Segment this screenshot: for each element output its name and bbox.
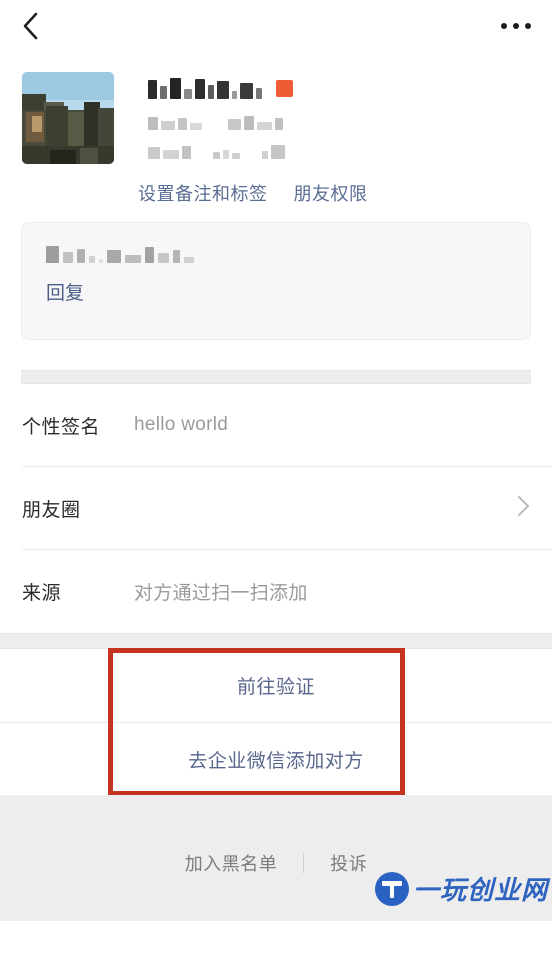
contact-name-redacted xyxy=(148,77,262,99)
section-divider-1 xyxy=(21,370,531,384)
avatar[interactable] xyxy=(22,72,114,164)
info-label-signature: 个性签名 xyxy=(22,416,101,438)
contact-name-row xyxy=(148,76,530,100)
chevron-left-icon xyxy=(21,11,39,41)
meta-redacted-3 xyxy=(148,143,191,159)
contact-meta-row-2 xyxy=(148,141,530,159)
meta-redacted-1 xyxy=(148,114,202,130)
go-verify-button[interactable]: 前往验证 xyxy=(0,649,552,722)
section-divider-2 xyxy=(0,633,552,649)
info-row-source[interactable]: 来源 对方通过扫一扫添加 xyxy=(22,550,552,633)
chevron-right-icon xyxy=(517,495,530,522)
navbar xyxy=(0,0,552,52)
info-list: 个性签名 hello world 朋友圈 来源 对方通过扫一扫添加 xyxy=(0,384,552,633)
meta-redacted-2 xyxy=(228,114,283,130)
info-label-moments: 朋友圈 xyxy=(22,499,81,521)
meta-redacted-4 xyxy=(213,143,240,159)
contact-badge xyxy=(276,79,293,97)
info-value-source: 对方通过扫一扫添加 xyxy=(134,583,308,604)
info-value-signature: hello world xyxy=(134,414,229,435)
reply-card: 回复 xyxy=(21,222,531,340)
circle-logo-icon xyxy=(374,871,409,906)
profile-action-links: 设置备注和标签 朋友权限 xyxy=(22,182,530,206)
contact-meta-row-1 xyxy=(148,112,530,130)
add-to-blacklist-link[interactable]: 加入黑名单 xyxy=(159,850,304,876)
back-button[interactable] xyxy=(8,4,52,48)
more-options-button[interactable] xyxy=(492,4,540,48)
watermark-text: 一玩创业网 xyxy=(412,876,548,906)
reply-content-redacted xyxy=(46,245,506,263)
reply-card-wrapper: 回复 xyxy=(0,206,552,384)
set-remark-and-tags-link[interactable]: 设置备注和标签 xyxy=(138,182,268,206)
info-row-moments[interactable]: 朋友圈 xyxy=(22,467,552,550)
profile-screen: 设置备注和标签 朋友权限 回复 个性签名 hello world 朋友圈 来源 … xyxy=(0,0,552,958)
identity-block xyxy=(148,72,530,159)
friend-permissions-link[interactable]: 朋友权限 xyxy=(294,182,368,206)
info-row-signature[interactable]: 个性签名 hello world xyxy=(22,384,552,467)
reply-link[interactable]: 回复 xyxy=(46,281,506,307)
action-list: 前往验证 去企业微信添加对方 xyxy=(0,648,552,796)
meta-redacted-5 xyxy=(262,143,285,159)
profile-top-row xyxy=(22,72,530,164)
footer: 加入黑名单 投诉 一玩创业网 xyxy=(0,795,552,921)
more-dots-icon xyxy=(501,23,531,29)
info-label-source: 来源 xyxy=(22,583,62,604)
add-via-wecom-button[interactable]: 去企业微信添加对方 xyxy=(0,722,552,795)
watermark: 一玩创业网 xyxy=(374,870,548,907)
profile-header: 设置备注和标签 朋友权限 xyxy=(0,52,552,206)
